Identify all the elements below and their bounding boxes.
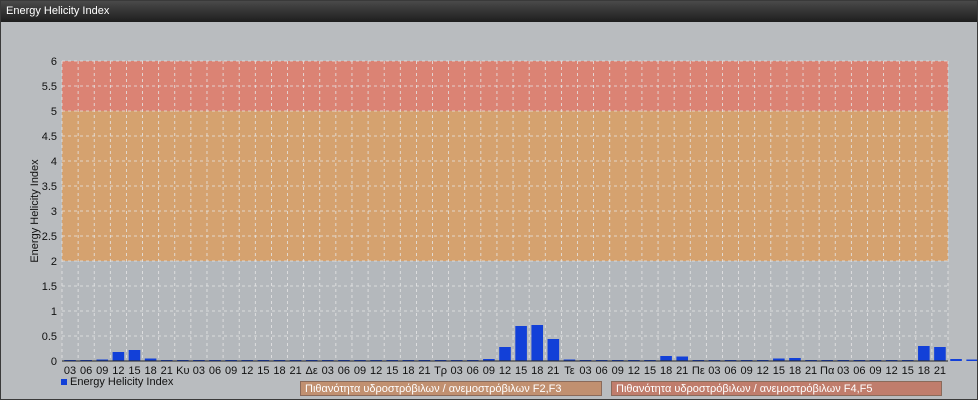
- x-tick-label: 06: [209, 365, 221, 377]
- x-tick-label: 15: [257, 365, 269, 377]
- zone-key-f2f3: Πιθανότητα υδροστρόβιλων / ανεμοστρόβιλω…: [300, 381, 602, 396]
- legend-label: Energy Helicity Index: [70, 376, 174, 388]
- x-tick-label: 18: [531, 365, 543, 377]
- x-tick-label: Τρ: [434, 365, 447, 377]
- y-tick-label: 5: [51, 106, 57, 118]
- x-tick-label: 09: [741, 365, 753, 377]
- x-tick-label: 15: [515, 365, 527, 377]
- chart-area: 0 0.5 1 1.5 2 2.5 3 3.5 4 4.5 5 5.5 6 03 06 09 12 15 18 21 Κ…: [29, 56, 977, 377]
- y-axis-label: Energy Helicity Index: [29, 159, 41, 263]
- x-tick-label: 06: [724, 365, 736, 377]
- bar-30: [547, 339, 560, 361]
- bar-56: [966, 359, 977, 361]
- y-tick-label: 4: [51, 156, 57, 168]
- x-tick-label: 15: [386, 365, 398, 377]
- panel-title: Energy Helicity Index: [1, 1, 977, 22]
- x-tick-label: 03: [837, 365, 849, 377]
- legend: Energy Helicity Index: [61, 376, 173, 388]
- legend-swatch: [61, 379, 67, 385]
- y-tick-label: 0.5: [42, 331, 57, 343]
- x-tick-label: Πε: [692, 365, 705, 377]
- x-tick-label: 21: [676, 365, 688, 377]
- x-tick-label: 12: [757, 365, 769, 377]
- x-tick-label: Πα: [820, 365, 835, 377]
- x-tick-label: 03: [708, 365, 720, 377]
- bar-3: [112, 352, 125, 361]
- bar-55: [950, 359, 962, 361]
- x-tick-label: 09: [225, 365, 237, 377]
- x-tick-label: Δε: [306, 365, 318, 377]
- x-tick-label: 18: [789, 365, 801, 377]
- y-tick-label: 2: [51, 256, 57, 268]
- x-tick-label: Κυ: [176, 365, 189, 377]
- x-tick-label: 06: [338, 365, 350, 377]
- x-tick-label: Τε: [564, 365, 575, 377]
- x-tick-label: 09: [869, 365, 881, 377]
- x-tick-label: 12: [885, 365, 897, 377]
- bar-4: [128, 350, 141, 361]
- x-tick-label: 09: [354, 365, 366, 377]
- zone-key-f4f5: Πιθανότητα υδροστρόβιλων / ανεμοστρόβιλω…: [611, 381, 942, 396]
- x-tick-label: 21: [289, 365, 301, 377]
- bar-27: [499, 347, 511, 361]
- bar-37: [660, 356, 672, 361]
- x-tick-label: 03: [322, 365, 334, 377]
- x-tick-label: 18: [273, 365, 285, 377]
- x-tick-label: 18: [402, 365, 414, 377]
- x-tick-label: 21: [547, 365, 559, 377]
- y-tick-label: 6: [51, 56, 57, 68]
- x-tick-label: 06: [596, 365, 608, 377]
- x-tick-label: 12: [499, 365, 511, 377]
- x-tick-label: 12: [241, 365, 253, 377]
- x-tick-label: 09: [483, 365, 495, 377]
- y-tick-label: 1.5: [42, 281, 57, 293]
- y-tick-label: 2.5: [42, 231, 57, 243]
- x-tick-label: 21: [805, 365, 817, 377]
- bar-28: [515, 326, 527, 361]
- bar-29: [531, 325, 544, 361]
- x-tick-label: 15: [902, 365, 914, 377]
- y-tick-label: 3: [51, 206, 57, 218]
- y-tick-label: 0: [51, 356, 57, 368]
- y-tick-label: 3.5: [42, 181, 57, 193]
- y-tick-label: 4.5: [42, 131, 57, 143]
- y-tick-label: 5.5: [42, 81, 57, 93]
- x-tick-label: 03: [451, 365, 463, 377]
- x-tick-label: 15: [644, 365, 656, 377]
- bar-38: [676, 356, 688, 361]
- chart-panel: Energy Helicity Index 0 0.5 1 1.5 2 2.5 3 3.5 4 4…: [0, 0, 978, 400]
- x-tick-label: 21: [418, 365, 430, 377]
- x-tick-label: 15: [773, 365, 785, 377]
- x-tick-label: 12: [370, 365, 382, 377]
- x-tick-label: 18: [660, 365, 672, 377]
- x-tick-label: 06: [467, 365, 479, 377]
- x-tick-label: 03: [193, 365, 205, 377]
- x-tick-label: 12: [628, 365, 640, 377]
- x-tick-label: 06: [853, 365, 865, 377]
- x-tick-label: 21: [934, 365, 946, 377]
- bar-54: [934, 347, 946, 361]
- y-tick-label: 1: [51, 306, 57, 318]
- bar-53: [918, 346, 930, 361]
- x-tick-label: 09: [612, 365, 624, 377]
- x-tick-label: 03: [579, 365, 591, 377]
- x-tick-label: 18: [918, 365, 930, 377]
